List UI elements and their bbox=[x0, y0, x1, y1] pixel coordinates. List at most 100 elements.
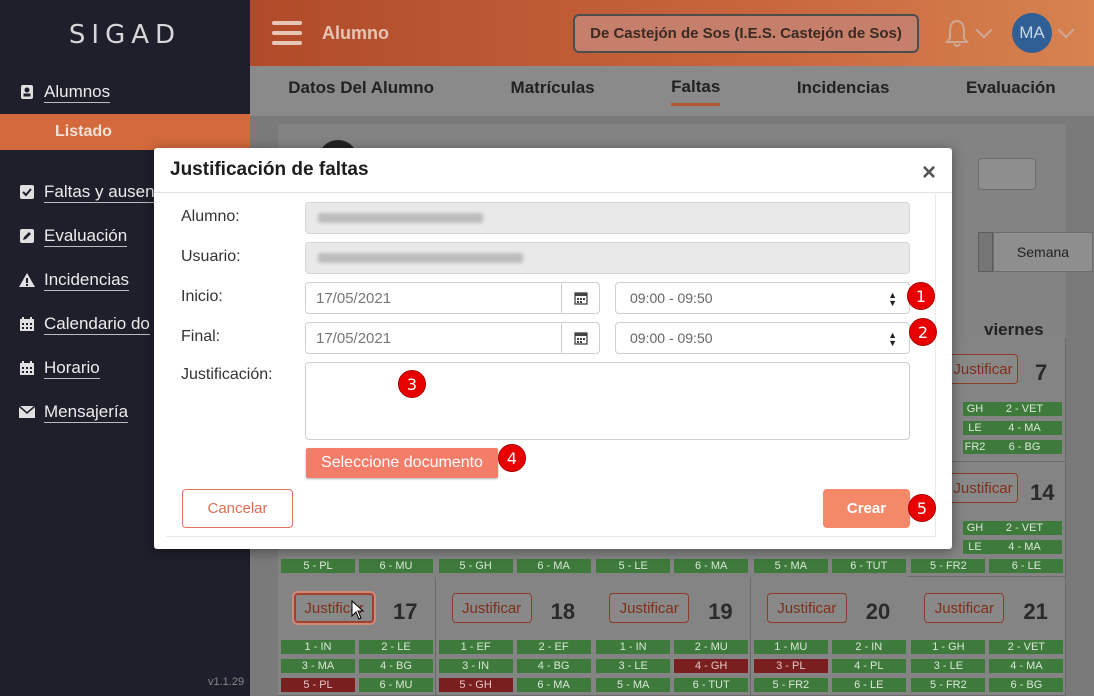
tab-bar: Datos Del Alumno Matrículas Faltas Incid… bbox=[250, 66, 1094, 116]
annotation-badge-1: 1 bbox=[907, 282, 935, 310]
tab-evaluacion[interactable]: Evaluación bbox=[966, 78, 1056, 104]
sidebar-item-label: Horario bbox=[44, 357, 100, 379]
final-time-select[interactable]: 09:00 - 09:50 ▲ ▼ bbox=[615, 322, 910, 354]
sidebar-item-label: Calendario do bbox=[44, 313, 150, 335]
blurred-username bbox=[318, 253, 523, 263]
close-icon[interactable]: × bbox=[922, 159, 936, 187]
justificacion-textarea[interactable] bbox=[305, 362, 910, 440]
chevron-down-icon[interactable] bbox=[1057, 21, 1075, 39]
warning-icon bbox=[18, 271, 36, 289]
schedule-slot: 6 - BG bbox=[987, 440, 1062, 454]
justificar-button[interactable]: Justificar bbox=[766, 593, 847, 623]
schedule-slot: 5 - MA bbox=[753, 559, 828, 573]
schedule-slot: 1 - EF bbox=[438, 640, 513, 654]
sidebar-item-alumnos[interactable]: Alumnos bbox=[0, 70, 250, 114]
schedule-slot: 5 - LE bbox=[596, 559, 671, 573]
schedule-slot: 6 - LE bbox=[989, 559, 1064, 573]
inicio-time-value: 09:00 - 09:50 bbox=[630, 290, 713, 306]
schedule-slot: 5 - PL bbox=[281, 678, 355, 692]
justificar-button[interactable]: Justificar bbox=[924, 593, 1005, 623]
schedule-slot: 5 - PL bbox=[281, 559, 355, 573]
sidebar-subitem-listado[interactable]: Listado bbox=[0, 114, 250, 150]
brand-logo: SIGAD bbox=[68, 20, 182, 50]
schedule-slot: 5 - GH bbox=[438, 678, 513, 692]
day-number: 19 bbox=[708, 599, 733, 624]
modal-title: Justificación de faltas bbox=[154, 148, 952, 193]
usuario-label: Usuario: bbox=[181, 248, 241, 265]
schedule-slot: 6 - MU bbox=[359, 559, 433, 573]
chevron-down-icon[interactable] bbox=[975, 21, 993, 39]
tab-matriculas[interactable]: Matrículas bbox=[511, 78, 595, 104]
day-header-viernes: viernes bbox=[984, 320, 1044, 339]
mouse-cursor-icon bbox=[351, 599, 365, 625]
create-button[interactable]: Crear bbox=[823, 489, 910, 528]
page-title: Alumno bbox=[322, 22, 389, 43]
blurred-name bbox=[318, 213, 483, 223]
day-number: 17 bbox=[393, 599, 418, 624]
tab-faltas[interactable]: Faltas bbox=[671, 77, 721, 106]
sidebar-item-label: Mensajería bbox=[44, 401, 129, 423]
alumno-field bbox=[305, 202, 910, 234]
tab-incidencias[interactable]: Incidencias bbox=[797, 78, 890, 104]
semana-button[interactable]: Semana bbox=[993, 232, 1093, 272]
bell-icon[interactable] bbox=[944, 18, 970, 48]
schedule-slot: 2 - LE bbox=[359, 640, 433, 654]
justificar-button[interactable]: Justificar bbox=[451, 593, 532, 623]
final-time-value: 09:00 - 09:50 bbox=[630, 330, 713, 346]
final-date-input[interactable]: 17/05/2021 bbox=[305, 322, 600, 354]
sort-arrows-icon: ▲ ▼ bbox=[888, 330, 897, 348]
schedule-slot: 3 - IN bbox=[438, 659, 513, 673]
hamburger-menu-icon[interactable] bbox=[272, 21, 302, 45]
schedule-slot: 6 - MA bbox=[516, 678, 591, 692]
schedule-slot: 1 - IN bbox=[596, 640, 671, 654]
cancel-button[interactable]: Cancelar bbox=[182, 489, 293, 528]
sidebar-item-label: Incidencias bbox=[44, 269, 130, 291]
schedule-slot: 5 - FR2 bbox=[911, 678, 986, 692]
schedule-slot: 4 - MA bbox=[989, 659, 1064, 673]
calendar-icon[interactable] bbox=[561, 322, 600, 354]
schedule-slot: 5 - MA bbox=[596, 678, 671, 692]
schedule-slot: 5 - GH bbox=[438, 559, 513, 573]
student-icon bbox=[18, 83, 36, 101]
schedule-slot: 4 - GH bbox=[674, 659, 749, 673]
checkbox-icon bbox=[18, 183, 36, 201]
schedule-slot: 1 - GH bbox=[911, 640, 986, 654]
schedule-slot: 3 - LE bbox=[596, 659, 671, 673]
select-document-button[interactable]: Seleccione documento bbox=[306, 448, 498, 478]
tab-datos-alumno[interactable]: Datos Del Alumno bbox=[288, 78, 434, 104]
schedule-slot: 2 - VET bbox=[987, 402, 1062, 416]
student-select[interactable] bbox=[978, 158, 1036, 190]
justificar-button[interactable]: Justificar bbox=[948, 473, 1018, 503]
schedule-slot: 4 - MA bbox=[987, 540, 1062, 554]
schedule-slot: 6 - MU bbox=[359, 678, 433, 692]
schedule-slot: 2 - EF bbox=[516, 640, 591, 654]
inicio-date-input[interactable]: 17/05/2021 bbox=[305, 282, 600, 314]
alumno-label: Alumno: bbox=[181, 208, 240, 225]
view-toggle-left[interactable] bbox=[978, 232, 993, 272]
avatar[interactable]: MA bbox=[1012, 13, 1052, 53]
schedule-slot: LE bbox=[963, 540, 987, 554]
schedule-slot: 6 - BG bbox=[989, 678, 1064, 692]
schedule-slot: 5 - FR2 bbox=[753, 678, 828, 692]
final-label: Final: bbox=[181, 328, 221, 345]
justificar-button[interactable]: Justificar bbox=[609, 593, 690, 623]
day-number: 21 bbox=[1023, 599, 1048, 624]
usuario-field bbox=[305, 242, 910, 274]
schedule-slot: 1 - MU bbox=[753, 640, 828, 654]
schedule-slot: 3 - PL bbox=[753, 659, 828, 673]
inicio-time-select[interactable]: 09:00 - 09:50 ▲ ▼ bbox=[615, 282, 910, 314]
calendar-icon bbox=[18, 359, 36, 377]
day-number: 7 bbox=[1035, 360, 1048, 385]
mail-icon bbox=[18, 403, 36, 421]
schedule-slot: 2 - VET bbox=[987, 521, 1062, 535]
schedule-slot: 4 - BG bbox=[359, 659, 433, 673]
calendar-icon[interactable] bbox=[561, 282, 600, 314]
schedule-slot: GH bbox=[963, 521, 987, 535]
modal-body: Alumno: Usuario: Inicio: 17/05/2021 09:0… bbox=[166, 194, 936, 537]
justificar-button[interactable]: Justificar bbox=[948, 354, 1018, 384]
sidebar-item-label: Faltas y ausen bbox=[44, 181, 155, 203]
sort-arrows-icon: ▲ ▼ bbox=[888, 290, 897, 308]
justification-modal: Justificación de faltas × Alumno: Usuari… bbox=[154, 148, 952, 549]
schedule-slot: 6 - LE bbox=[831, 678, 906, 692]
school-selector-button[interactable]: De Castejón de Sos (I.E.S. Castejón de S… bbox=[573, 14, 919, 53]
